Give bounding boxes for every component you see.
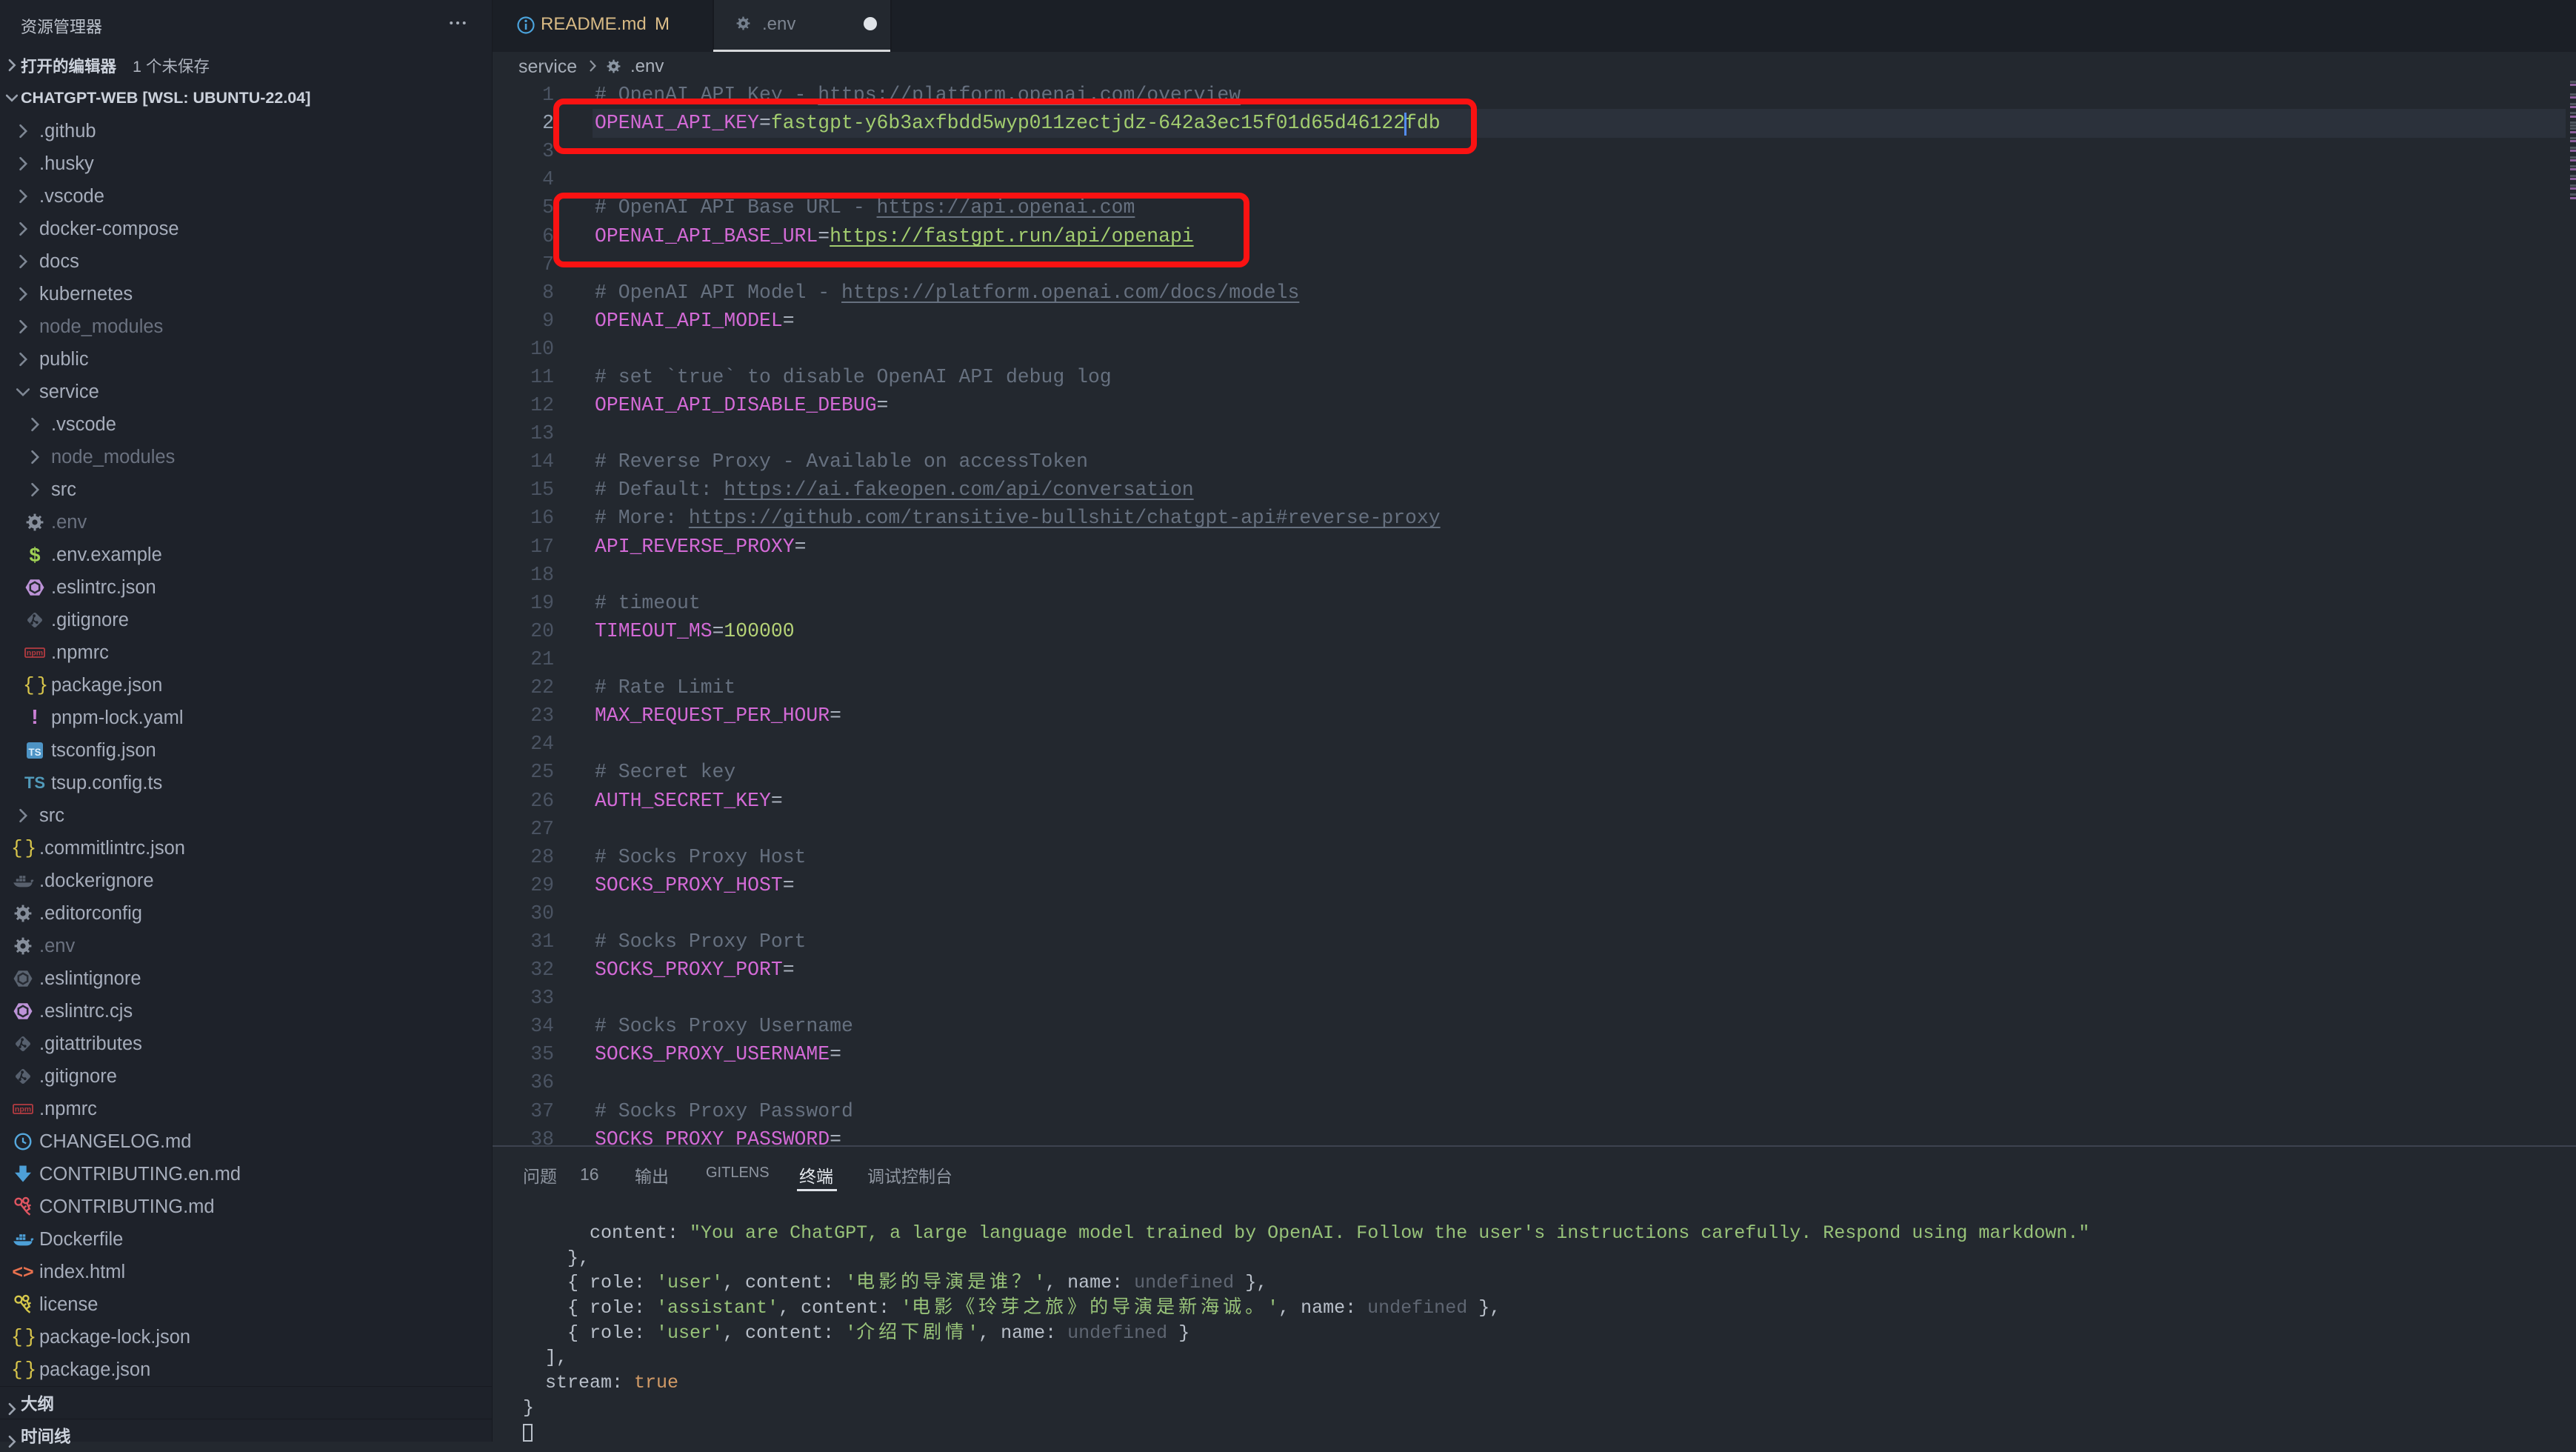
svg-text:npm: npm [27, 649, 43, 658]
svg-text:npm: npm [15, 1105, 31, 1114]
svg-text:TS: TS [28, 747, 41, 758]
